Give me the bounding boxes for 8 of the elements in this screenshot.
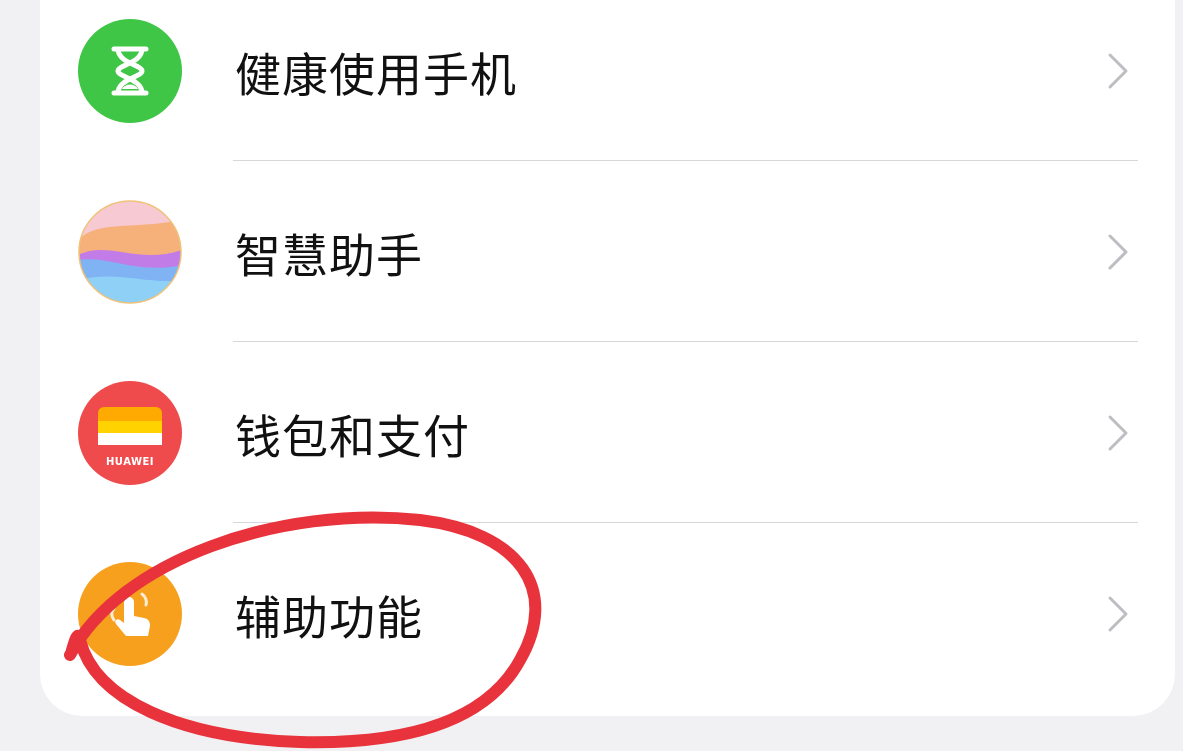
settings-item-label[interactable]: 健康使用手机	[235, 37, 1106, 104]
settings-item-label[interactable]: 智慧助手	[235, 218, 1106, 285]
hand-icon	[78, 561, 182, 666]
settings-item-label[interactable]: 钱包和支付	[235, 399, 1106, 466]
card-stack-drawing	[98, 406, 162, 445]
settings-item-label[interactable]: 辅助功能	[235, 580, 1106, 647]
wallet-icon-text: HUAWEI	[104, 455, 156, 467]
hourglass-icon	[78, 18, 182, 123]
